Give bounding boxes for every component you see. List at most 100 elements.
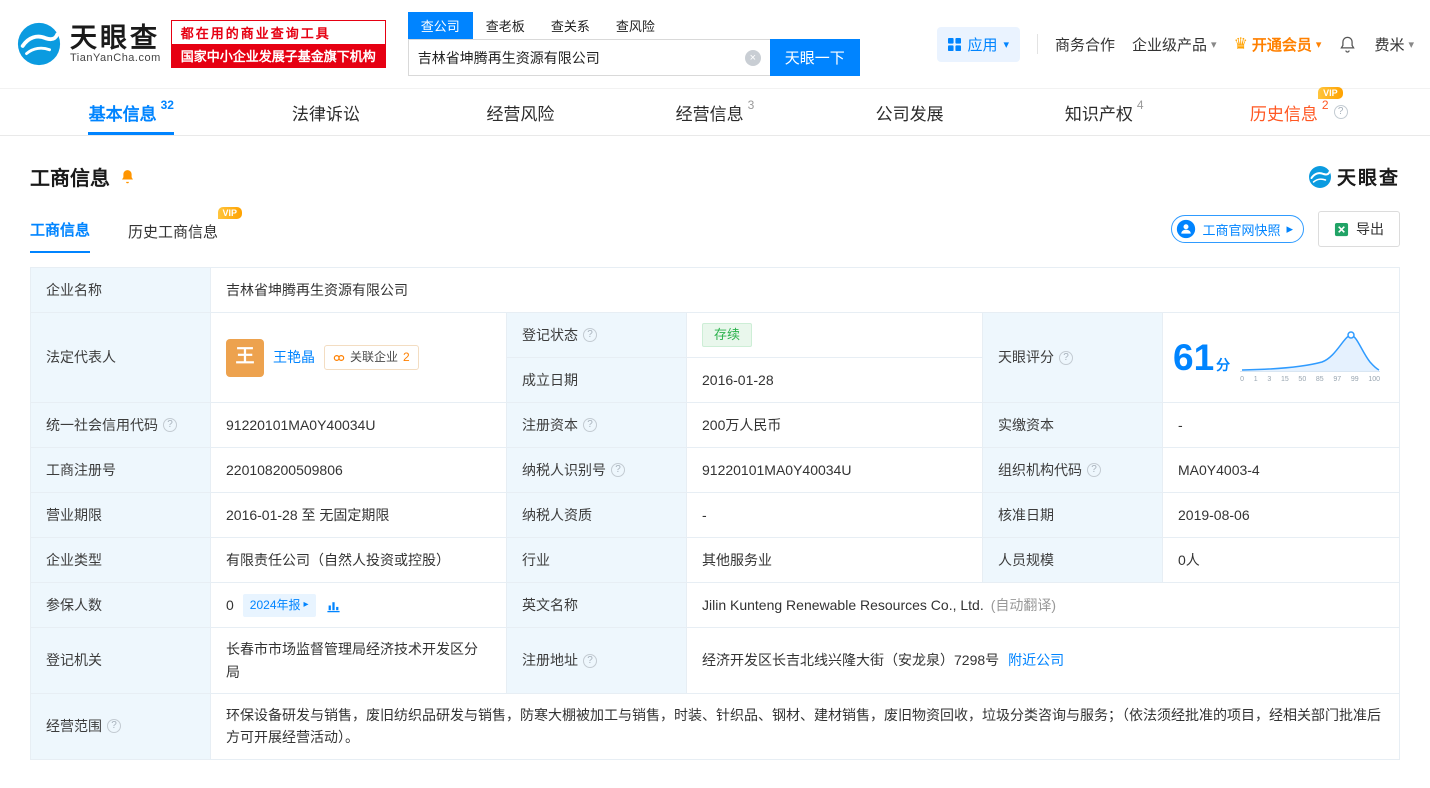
business-scope-value: 环保设备研发与销售，废旧纺织品研发与销售，防寒大棚被加工与销售，时装、针织品、钢…: [211, 694, 1400, 760]
company-type-label: 企业类型: [31, 538, 211, 583]
help-icon[interactable]: ?: [107, 719, 121, 733]
annual-report-badge[interactable]: 2024年报 ▸: [243, 594, 316, 617]
related-companies-badge[interactable]: 关联企业 2: [324, 345, 419, 370]
help-icon[interactable]: ?: [583, 418, 597, 432]
reg-capital-label: 注册资本 ?: [507, 403, 687, 448]
chevron-down-icon: ▾: [1211, 38, 1217, 51]
slogan-line-2: 国家中小企业发展子基金旗下机构: [172, 44, 385, 67]
slogan-line-1: 都在用的商业查询工具: [172, 21, 385, 44]
search-tab-relation[interactable]: 查关系: [538, 12, 603, 39]
help-icon[interactable]: ?: [611, 463, 625, 477]
score-curve: [1240, 330, 1380, 374]
business-term-value: 2016-01-28 至 无固定期限: [211, 493, 507, 538]
credit-code-label: 统一社会信用代码 ?: [31, 403, 211, 448]
tab-label: 经营风险: [486, 100, 554, 125]
tyc-score-value[interactable]: 61分 0131550859799100: [1163, 313, 1400, 403]
tab-basic-info[interactable]: 基本信息 32: [34, 89, 229, 135]
chevron-down-icon: ▾: [1316, 38, 1322, 51]
official-snapshot-label: 工商官网快照: [1202, 220, 1280, 239]
section-title: 工商信息: [30, 162, 110, 191]
establish-date-label: 成立日期: [507, 358, 687, 403]
english-name-value: Jilin Kunteng Renewable Resources Co., L…: [687, 583, 1400, 628]
business-cooperation-link[interactable]: 商务合作: [1055, 34, 1115, 55]
brand-domain: TianYanCha.com: [70, 52, 161, 64]
tab-history-info[interactable]: 历史信息 2 VIP ?: [1201, 89, 1396, 135]
reg-authority-label: 登记机关: [31, 628, 211, 694]
search-tab-company[interactable]: 查公司: [408, 12, 473, 39]
tab-count: 2: [1322, 98, 1329, 112]
related-companies-label: 关联企业: [350, 348, 398, 367]
subtab-row: 工商信息 历史工商信息 VIP 工商官网快照 ▸ 导出: [0, 191, 1430, 253]
official-snapshot-icon: [1176, 219, 1196, 239]
open-vip-menu[interactable]: ♛ 开通会员 ▾: [1234, 34, 1322, 55]
search-tab-boss[interactable]: 查老板: [473, 12, 538, 39]
help-icon[interactable]: ?: [163, 418, 177, 432]
open-vip-label: 开通会员: [1252, 34, 1312, 55]
reg-number-value: 220108200509806: [211, 448, 507, 493]
tab-company-development[interactable]: 公司发展: [812, 89, 1007, 135]
tab-legal-proceedings[interactable]: 法律诉讼: [229, 89, 424, 135]
apps-menu[interactable]: 应用 ▾: [937, 27, 1020, 62]
tab-label: 经营信息: [676, 100, 744, 125]
divider: [1037, 34, 1038, 54]
vip-badge: VIP: [218, 207, 243, 219]
section-header: 工商信息 天眼查: [0, 136, 1430, 191]
insured-count-label: 参保人数: [31, 583, 211, 628]
tab-operation-info[interactable]: 经营信息 3: [618, 89, 813, 135]
help-icon[interactable]: ?: [1059, 351, 1073, 365]
taxpayer-id-value: 91220101MA0Y40034U: [687, 448, 983, 493]
business-term-label: 营业期限: [31, 493, 211, 538]
paid-capital-value: -: [1163, 403, 1400, 448]
credit-code-value: 91220101MA0Y40034U: [211, 403, 507, 448]
tianyancha-logo-icon: [16, 21, 62, 67]
help-icon[interactable]: ?: [583, 654, 597, 668]
business-scope-label: 经营范围 ?: [31, 694, 211, 760]
legal-rep-label: 法定代表人: [31, 313, 211, 403]
reg-status-label: 登记状态 ?: [507, 313, 687, 358]
official-snapshot-button[interactable]: 工商官网快照 ▸: [1171, 215, 1304, 243]
tab-label: 基本信息: [89, 100, 157, 125]
user-menu[interactable]: 费米 ▾: [1374, 34, 1414, 55]
tab-operation-risk[interactable]: 经营风险: [423, 89, 618, 135]
taxpayer-quality-value: -: [687, 493, 983, 538]
tab-label: 法律诉讼: [292, 100, 360, 125]
tab-intellectual-property[interactable]: 知识产权 4: [1007, 89, 1202, 135]
legal-rep-name-link[interactable]: 王艳晶: [273, 346, 315, 368]
annual-report-label: 2024年报: [250, 596, 301, 615]
tab-count: 3: [748, 98, 755, 112]
export-button[interactable]: 导出: [1318, 211, 1400, 247]
company-name-value: 吉林省坤腾再生资源有限公司: [211, 268, 1400, 313]
tianyancha-logo[interactable]: 天眼查 TianYanCha.com: [16, 21, 161, 67]
help-icon[interactable]: ?: [1334, 105, 1348, 119]
notifications-button[interactable]: [1338, 35, 1357, 54]
search-tab-risk[interactable]: 查风险: [603, 12, 668, 39]
legal-rep-avatar[interactable]: 王: [226, 339, 264, 377]
help-icon[interactable]: ?: [1087, 463, 1101, 477]
staff-size-label: 人员规模: [983, 538, 1163, 583]
username-label: 费米: [1374, 34, 1404, 55]
search-button[interactable]: 天眼一下: [770, 39, 860, 76]
clear-search-icon[interactable]: ×: [745, 50, 761, 66]
enterprise-products-menu[interactable]: 企业级产品 ▾: [1132, 34, 1217, 55]
help-icon[interactable]: ?: [583, 328, 597, 342]
insured-chart-icon[interactable]: [326, 598, 341, 613]
taxpayer-quality-label: 纳税人资质: [507, 493, 687, 538]
chevron-down-icon: ▾: [1408, 38, 1414, 51]
legal-rep-value: 王 王艳晶 关联企业 2: [211, 313, 507, 403]
subtab-business-info[interactable]: 工商信息: [30, 219, 90, 253]
reg-number-label: 工商注册号: [31, 448, 211, 493]
tab-count: 4: [1137, 98, 1144, 112]
bell-icon: [1338, 35, 1357, 54]
apps-grid-icon: [948, 38, 961, 51]
bell-icon: [119, 168, 136, 185]
company-section-tabs: 基本信息 32 法律诉讼 经营风险 经营信息 3 公司发展 知识产权 4 历史信…: [0, 88, 1430, 136]
org-code-value: MA0Y4003-4: [1163, 448, 1400, 493]
subtab-history-business-info[interactable]: 历史工商信息 VIP: [128, 221, 218, 253]
subscribe-bell-button[interactable]: [119, 168, 136, 185]
related-companies-icon: [333, 352, 345, 364]
brand-name: 天眼查: [70, 24, 161, 52]
search-input[interactable]: [418, 50, 745, 66]
nearby-companies-link[interactable]: 附近公司: [1008, 649, 1064, 671]
tab-label: 历史信息: [1250, 100, 1318, 125]
industry-label: 行业: [507, 538, 687, 583]
